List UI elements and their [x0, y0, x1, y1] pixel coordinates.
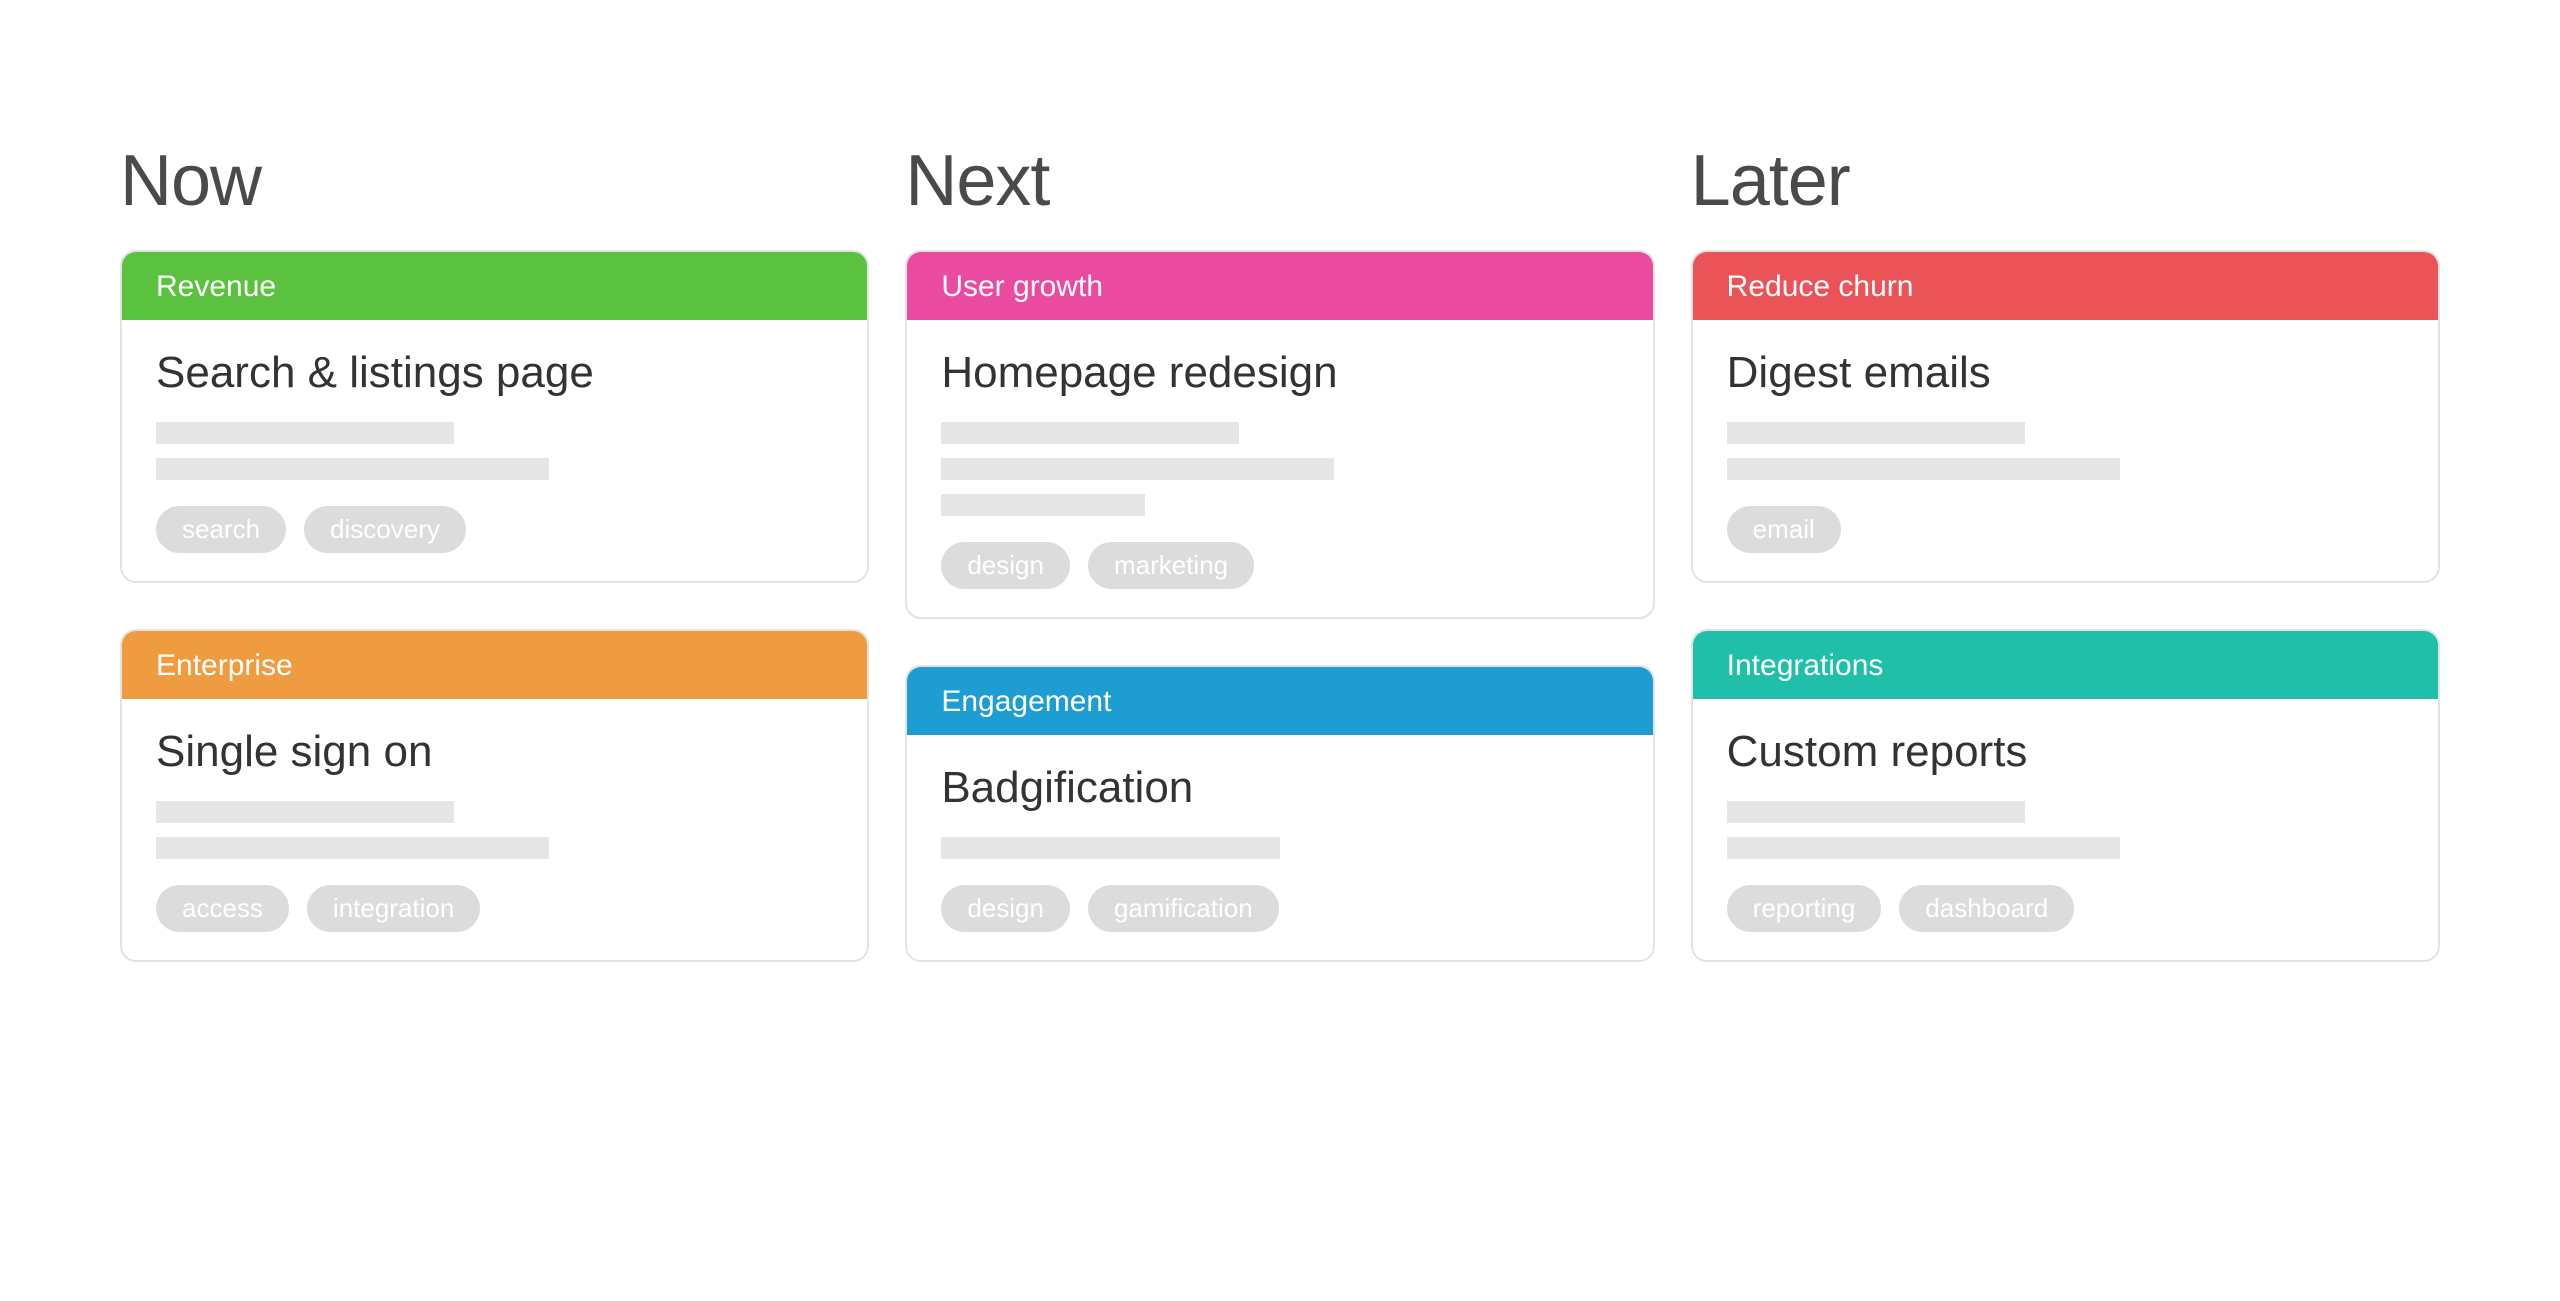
- column-later: Later Reduce churn Digest emails email I…: [1691, 140, 2440, 1008]
- card-category: Integrations: [1693, 631, 2438, 699]
- card-title: Single sign on: [156, 727, 833, 777]
- card-category: Enterprise: [122, 631, 867, 699]
- column-title: Next: [905, 140, 1654, 222]
- tag[interactable]: discovery: [304, 506, 466, 553]
- card-user-growth[interactable]: User growth Homepage redesign design mar…: [905, 250, 1654, 619]
- card-description-placeholder: [156, 801, 833, 859]
- card-category: Revenue: [122, 252, 867, 320]
- card-body: Badgification design gamification: [907, 735, 1652, 960]
- placeholder-line: [1727, 801, 2025, 823]
- placeholder-line: [156, 458, 549, 480]
- placeholder-line: [156, 801, 454, 823]
- placeholder-line: [941, 422, 1239, 444]
- card-description-placeholder: [1727, 801, 2404, 859]
- card-title: Search & listings page: [156, 348, 833, 398]
- card-description-placeholder: [1727, 422, 2404, 480]
- card-body: Homepage redesign design marketing: [907, 320, 1652, 617]
- placeholder-line: [1727, 458, 2120, 480]
- placeholder-line: [941, 837, 1280, 859]
- column-now: Now Revenue Search & listings page searc…: [120, 140, 869, 1008]
- card-title: Custom reports: [1727, 727, 2404, 777]
- tag[interactable]: reporting: [1727, 885, 1882, 932]
- card-category: User growth: [907, 252, 1652, 320]
- card-body: Digest emails email: [1693, 320, 2438, 581]
- column-title: Later: [1691, 140, 2440, 222]
- roadmap-board: Now Revenue Search & listings page searc…: [0, 0, 2560, 1068]
- card-tags: email: [1727, 506, 2404, 553]
- card-tags: design gamification: [941, 885, 1618, 932]
- tag[interactable]: design: [941, 542, 1070, 589]
- card-title: Homepage redesign: [941, 348, 1618, 398]
- placeholder-line: [156, 837, 549, 859]
- placeholder-line: [941, 458, 1334, 480]
- card-description-placeholder: [156, 422, 833, 480]
- placeholder-line: [1727, 837, 2120, 859]
- card-tags: search discovery: [156, 506, 833, 553]
- card-category: Reduce churn: [1693, 252, 2438, 320]
- card-reduce-churn[interactable]: Reduce churn Digest emails email: [1691, 250, 2440, 583]
- card-tags: design marketing: [941, 542, 1618, 589]
- card-title: Badgification: [941, 763, 1618, 813]
- card-enterprise[interactable]: Enterprise Single sign on access integra…: [120, 629, 869, 962]
- tag[interactable]: gamification: [1088, 885, 1279, 932]
- tag[interactable]: marketing: [1088, 542, 1254, 589]
- placeholder-line: [941, 494, 1144, 516]
- tag[interactable]: integration: [307, 885, 480, 932]
- card-title: Digest emails: [1727, 348, 2404, 398]
- card-tags: reporting dashboard: [1727, 885, 2404, 932]
- card-body: Search & listings page search discovery: [122, 320, 867, 581]
- tag[interactable]: search: [156, 506, 286, 553]
- column-title: Now: [120, 140, 869, 222]
- tag[interactable]: access: [156, 885, 289, 932]
- card-description-placeholder: [941, 422, 1618, 516]
- card-revenue[interactable]: Revenue Search & listings page search di…: [120, 250, 869, 583]
- card-body: Custom reports reporting dashboard: [1693, 699, 2438, 960]
- card-category: Engagement: [907, 667, 1652, 735]
- tag[interactable]: email: [1727, 506, 1841, 553]
- placeholder-line: [1727, 422, 2025, 444]
- card-body: Single sign on access integration: [122, 699, 867, 960]
- card-integrations[interactable]: Integrations Custom reports reporting da…: [1691, 629, 2440, 962]
- column-next: Next User growth Homepage redesign desig…: [905, 140, 1654, 1008]
- card-tags: access integration: [156, 885, 833, 932]
- tag[interactable]: dashboard: [1899, 885, 2074, 932]
- card-engagement[interactable]: Engagement Badgification design gamifica…: [905, 665, 1654, 962]
- placeholder-line: [156, 422, 454, 444]
- card-description-placeholder: [941, 837, 1618, 859]
- tag[interactable]: design: [941, 885, 1070, 932]
